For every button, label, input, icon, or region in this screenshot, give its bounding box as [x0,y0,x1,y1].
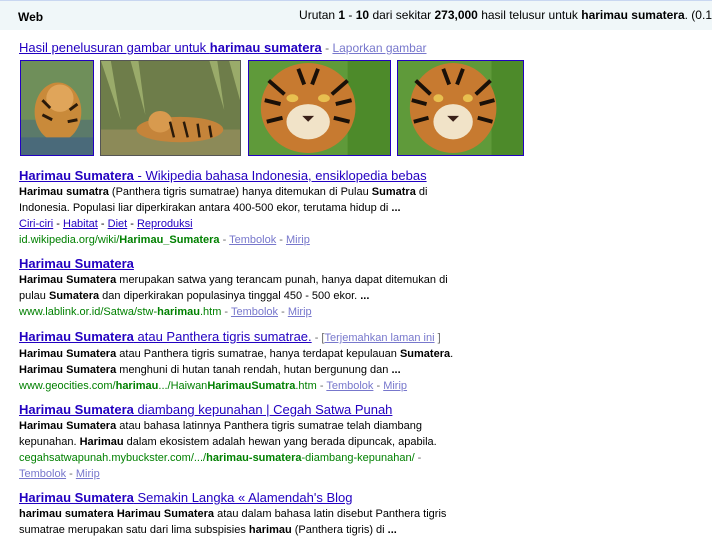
sitelink-ciri-ciri[interactable]: Ciri-ciri [19,218,53,230]
results-topbar: Web Urutan 1 - 10 dari sekitar 273,000 h… [0,0,712,30]
result-url: www.lablink.or.id/Satwa/stw-harimau.htm … [19,306,312,318]
image-thumbnail-3[interactable] [248,60,391,156]
cache-link[interactable]: Tembolok [326,380,373,392]
search-result-5: Harimau Sumatera Semakin Langka « Alamen… [19,490,509,538]
tiger-face-image [249,61,390,155]
result-snippet: harimau sumatera Harimau Sumatera atau d… [19,508,447,536]
sitelink-habitat[interactable]: Habitat [63,218,98,230]
result-snippet: Harimau Sumatera atau Panthera tigris su… [19,348,454,376]
similar-link[interactable]: Mirip [76,468,100,480]
result-url: id.wikipedia.org/wiki/Harimau_Sumatera -… [19,234,310,246]
sitelink-diet[interactable]: Diet [108,218,128,230]
translate-page-link[interactable]: Terjemahkan laman ini [325,332,435,344]
image-thumbnail-1[interactable] [20,60,94,156]
stats-query: harimau sumatera [581,8,685,22]
result-title-link[interactable]: Harimau Sumatera diambang kepunahan | Ce… [19,402,392,417]
result-title-link[interactable]: Harimau Sumatera - Wikipedia bahasa Indo… [19,168,427,183]
similar-link[interactable]: Mirip [383,380,407,392]
tiger-face-image [398,61,523,155]
image-results-header: Hasil penelusuran gambar untuk harimau s… [19,40,427,55]
report-images-link[interactable]: Laporkan gambar [332,41,426,55]
results-stats: Urutan 1 - 10 dari sekitar 273,000 hasil… [299,8,712,22]
cache-link[interactable]: Tembolok [231,306,278,318]
translate-wrapper: - [Terjemahkan laman ini ] [311,332,441,344]
cache-link[interactable]: Tembolok [229,234,276,246]
search-result-2: Harimau Sumatera Harimau Sumatera merupa… [19,256,509,320]
tiger-lying-image [101,61,240,155]
result-snippet: Harimau sumatra (Panthera tigris sumatra… [19,186,428,214]
result-title-link[interactable]: Harimau Sumatera atau Panthera tigris su… [19,329,312,344]
similar-link[interactable]: Mirip [286,234,310,246]
result-sitelinks: Ciri-ciri - Habitat - Diet - Reproduksi [19,218,193,230]
similar-link[interactable]: Mirip [288,306,312,318]
search-result-4: Harimau Sumatera diambang kepunahan | Ce… [19,402,509,482]
result-title-link[interactable]: Harimau Sumatera [19,256,134,271]
result-snippet: Harimau Sumatera atau bahasa latinnya Pa… [19,420,437,448]
search-result-3: Harimau Sumatera atau Panthera tigris su… [19,329,509,394]
search-result-1: Harimau Sumatera - Wikipedia bahasa Indo… [19,168,509,248]
cache-link[interactable]: Tembolok [19,468,66,480]
image-results-link[interactable]: Hasil penelusuran gambar untuk harimau s… [19,40,322,55]
result-url: cegahsatwapunah.mybuckster.com/.../harim… [19,452,422,480]
result-url: www.geocities.com/harimau.../HaiwanHarim… [19,380,408,392]
tiger-in-water-image [21,61,93,155]
web-tab-label[interactable]: Web [18,10,43,24]
result-title-link[interactable]: Harimau Sumatera Semakin Langka « Alamen… [19,490,352,505]
image-thumbnail-2[interactable] [100,60,241,156]
result-snippet: Harimau Sumatera merupakan satwa yang te… [19,274,448,302]
sitelink-reproduksi[interactable]: Reproduksi [137,218,193,230]
image-thumbnail-4[interactable] [397,60,524,156]
